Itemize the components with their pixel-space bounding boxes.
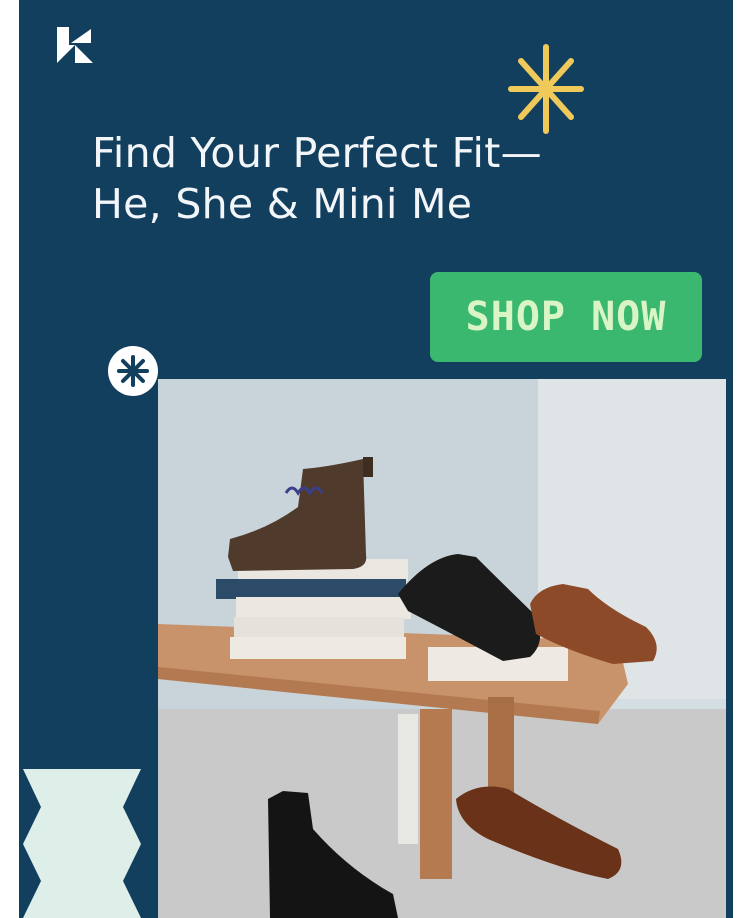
shoe-display-photo xyxy=(158,379,726,918)
brand-logo-icon[interactable] xyxy=(57,27,93,63)
headline-line-2: He, She & Mini Me xyxy=(92,180,473,228)
zigzag-shape xyxy=(23,769,141,918)
ad-banner: Find Your Perfect Fit— He, She & Mini Me… xyxy=(19,0,733,918)
headline-line-1: Find Your Perfect Fit— xyxy=(92,129,542,177)
asterisk-badge xyxy=(108,346,158,396)
shop-now-button[interactable]: SHOP NOW xyxy=(430,272,702,362)
shoe-scene xyxy=(158,379,726,918)
headline: Find Your Perfect Fit— He, She & Mini Me xyxy=(92,128,692,230)
asterisk-badge-icon xyxy=(117,355,149,387)
shop-now-label: SHOP NOW xyxy=(465,294,667,340)
asterisk-burst-icon xyxy=(508,44,584,134)
